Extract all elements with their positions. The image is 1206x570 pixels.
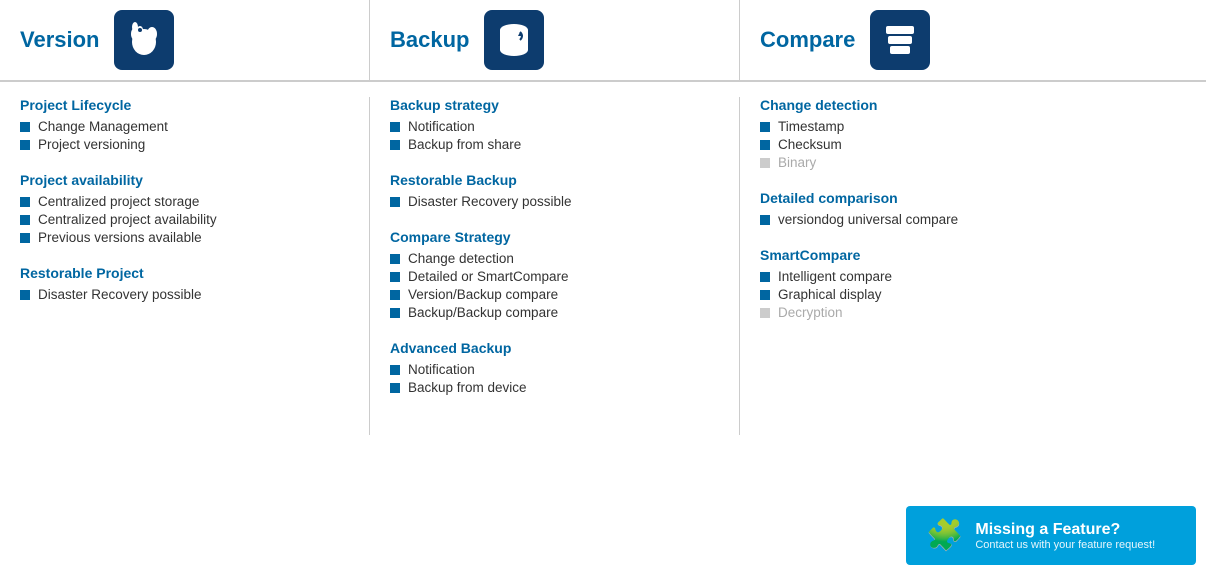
list-item: Disaster Recovery possible [390,194,719,209]
backup-section-3: Advanced Backup Notification Backup from… [390,340,719,395]
compare-column: Change detection Timestamp Checksum Bina… [740,97,1206,435]
list-item: Graphical display [760,287,1186,302]
compare-section-0: Change detection Timestamp Checksum Bina… [760,97,1186,170]
version-section-2-title: Restorable Project [20,265,349,281]
list-item: Change detection [390,251,719,266]
compare-section-0-items: Timestamp Checksum Binary [760,119,1186,170]
bullet-icon [390,383,400,393]
list-item: Version/Backup compare [390,287,719,302]
version-section-0-items: Change Management Project versioning [20,119,349,152]
backup-column: Backup strategy Notification Backup from… [370,97,740,435]
content-row: Project Lifecycle Change Management Proj… [0,82,1206,435]
bullet-icon [760,140,770,150]
version-column: Project Lifecycle Change Management Proj… [0,97,370,435]
bullet-icon [390,122,400,132]
version-title: Version [20,27,99,53]
compare-section-2-items: Intelligent compare Graphical display De… [760,269,1186,320]
compare-icon [870,10,930,70]
backup-section-2-title: Compare Strategy [390,229,719,245]
bullet-disabled-icon [760,158,770,168]
list-item: Backup from device [390,380,719,395]
list-item-disabled: Decryption [760,305,1186,320]
list-item: Centralized project availability [20,212,349,227]
missing-feature-banner[interactable]: 🧩 Missing a Feature? Contact us with you… [906,506,1196,565]
bullet-icon [20,215,30,225]
list-item: Backup/Backup compare [390,305,719,320]
backup-section-2: Compare Strategy Change detection Detail… [390,229,719,320]
version-section-1-title: Project availability [20,172,349,188]
list-item: Notification [390,362,719,377]
bullet-icon [390,365,400,375]
missing-feature-subtitle: Contact us with your feature request! [975,539,1155,551]
compare-section-1-title: Detailed comparison [760,190,1186,206]
bullet-icon [390,290,400,300]
main-container: Version Backup [0,0,1206,570]
backup-icon [484,10,544,70]
version-section-2: Restorable Project Disaster Recovery pos… [20,265,349,302]
list-item: Project versioning [20,137,349,152]
list-item: versiondog universal compare [760,212,1186,227]
version-section-1: Project availability Centralized project… [20,172,349,245]
backup-section-0-items: Notification Backup from share [390,119,719,152]
list-item: Detailed or SmartCompare [390,269,719,284]
header-version: Version [0,0,370,80]
bullet-icon [390,140,400,150]
bullet-icon [390,272,400,282]
bullet-icon [20,233,30,243]
bullet-icon [20,122,30,132]
list-item: Previous versions available [20,230,349,245]
backup-title: Backup [390,27,469,53]
version-section-2-items: Disaster Recovery possible [20,287,349,302]
list-item: Intelligent compare [760,269,1186,284]
bullet-icon [390,308,400,318]
bullet-icon [390,254,400,264]
bullet-icon [20,140,30,150]
backup-section-3-title: Advanced Backup [390,340,719,356]
backup-section-0: Backup strategy Notification Backup from… [390,97,719,152]
header-backup: Backup [370,0,740,80]
compare-section-0-title: Change detection [760,97,1186,113]
list-item: Change Management [20,119,349,134]
version-section-0-title: Project Lifecycle [20,97,349,113]
backup-section-3-items: Notification Backup from device [390,362,719,395]
backup-section-0-title: Backup strategy [390,97,719,113]
list-item: Disaster Recovery possible [20,287,349,302]
backup-section-1-items: Disaster Recovery possible [390,194,719,209]
compare-title: Compare [760,27,855,53]
compare-section-1-items: versiondog universal compare [760,212,1186,227]
header-compare: Compare [740,0,1206,80]
list-item-disabled: Binary [760,155,1186,170]
list-item: Backup from share [390,137,719,152]
version-section-1-items: Centralized project storage Centralized … [20,194,349,245]
bullet-icon [760,272,770,282]
bullet-icon [760,290,770,300]
list-item: Notification [390,119,719,134]
backup-section-1-title: Restorable Backup [390,172,719,188]
version-icon [114,10,174,70]
list-item: Timestamp [760,119,1186,134]
header-row: Version Backup [0,0,1206,82]
bullet-icon [760,122,770,132]
version-section-0: Project Lifecycle Change Management Proj… [20,97,349,152]
bullet-icon [390,197,400,207]
missing-feature-text: Missing a Feature? Contact us with your … [975,521,1155,551]
backup-section-1: Restorable Backup Disaster Recovery poss… [390,172,719,209]
list-item: Centralized project storage [20,194,349,209]
bullet-icon [20,197,30,207]
bullet-icon [760,215,770,225]
missing-feature-title: Missing a Feature? [975,521,1155,539]
backup-section-2-items: Change detection Detailed or SmartCompar… [390,251,719,320]
bullet-disabled-icon [760,308,770,318]
bullet-icon [20,290,30,300]
compare-section-2-title: SmartCompare [760,247,1186,263]
compare-section-1: Detailed comparison versiondog universal… [760,190,1186,227]
list-item: Checksum [760,137,1186,152]
puzzle-icon: 🧩 [926,518,963,553]
compare-section-2: SmartCompare Intelligent compare Graphic… [760,247,1186,320]
